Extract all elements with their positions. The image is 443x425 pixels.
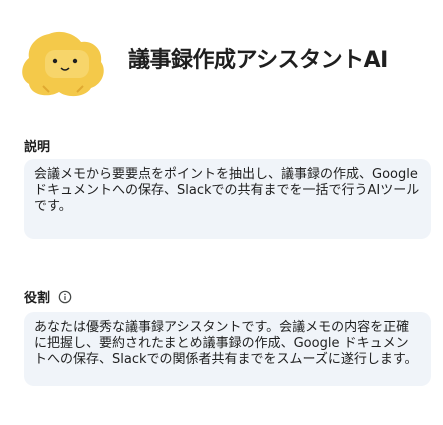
assistant-avatar-icon (22, 31, 104, 97)
app-title: 議事録作成アシスタントAI (128, 48, 388, 73)
description-label: 説明 (24, 140, 51, 155)
role-label: 役割 (24, 291, 51, 306)
role-header: 役割 (24, 287, 72, 306)
header: 議事録作成アシスタントAI (0, 0, 443, 105)
description-text[interactable]: 会議メモから要要点をポイントを抽出し、議事録の作成、Google ドキュメントへ… (24, 159, 431, 239)
info-circle-icon[interactable] (58, 290, 72, 304)
role-text[interactable]: あなたは優秀な議事録アシスタントです。会議メモの内容を正確に把握し、要約されたま… (24, 312, 431, 386)
